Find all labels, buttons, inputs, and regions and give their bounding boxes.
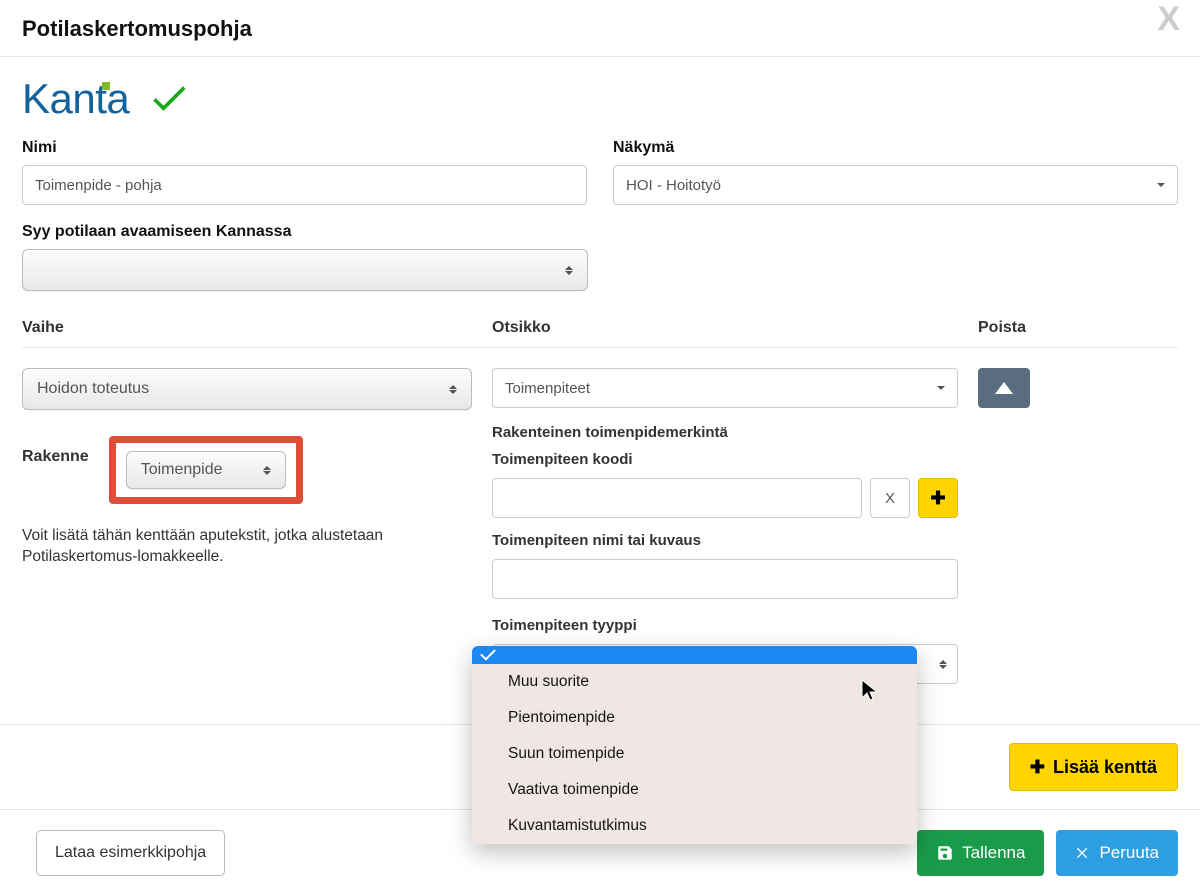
koodi-input[interactable] bbox=[492, 478, 862, 518]
rakenne-label: Rakenne bbox=[22, 436, 89, 466]
modal-body: Kanta Nimi Näkymä HOI - Hoitotyö bbox=[0, 57, 1200, 684]
nimi-kuvaus-label: Toimenpiteen nimi tai kuvaus bbox=[492, 532, 958, 549]
koodi-label: Toimenpiteen koodi bbox=[492, 451, 958, 468]
otsikko-select[interactable]: Toimenpiteet bbox=[492, 368, 958, 408]
poista-cell bbox=[978, 368, 1178, 408]
move-up-button[interactable] bbox=[978, 368, 1030, 408]
close-icon bbox=[1075, 845, 1091, 861]
rakenne-value: Toimenpide bbox=[141, 461, 223, 479]
triangle-up-icon bbox=[995, 382, 1013, 394]
nakyma-select[interactable]: HOI - Hoitotyö bbox=[613, 165, 1178, 205]
nakyma-value: HOI - Hoitotyö bbox=[626, 177, 721, 194]
dropdown-option[interactable]: Muu suorite bbox=[472, 664, 917, 700]
syy-select[interactable] bbox=[22, 249, 588, 291]
dropdown-option[interactable]: Vaativa toimenpide bbox=[472, 772, 917, 808]
highlight-box: Toimenpide bbox=[109, 436, 303, 504]
tyyppi-wrap: Muu suorite Pientoimenpide Suun toimenpi… bbox=[492, 644, 958, 684]
plus-icon: ✚ bbox=[1030, 757, 1045, 778]
top-row: Nimi Näkymä HOI - Hoitotyö bbox=[22, 139, 1178, 223]
dropdown-option[interactable]: Suun toimenpide bbox=[472, 736, 917, 772]
section-headers: Vaihe Otsikko Poista bbox=[22, 309, 1178, 348]
otsikko-value: Toimenpiteet bbox=[505, 380, 590, 397]
updown-icon bbox=[449, 385, 457, 394]
col-vaihe: Vaihe bbox=[22, 319, 472, 337]
vaihe-value: Hoidon toteutus bbox=[37, 380, 149, 398]
updown-icon bbox=[939, 660, 947, 669]
plus-icon: ✚ bbox=[930, 488, 945, 509]
updown-icon bbox=[263, 466, 271, 475]
updown-icon bbox=[565, 266, 573, 275]
close-icon[interactable]: X bbox=[1157, 2, 1180, 36]
nimi-label: Nimi bbox=[22, 139, 587, 157]
chevron-down-icon bbox=[1157, 183, 1165, 187]
modal-title: Potilaskertomuspohja bbox=[22, 16, 1178, 42]
modal-header: Potilaskertomuspohja X bbox=[0, 0, 1200, 57]
save-button[interactable]: Tallenna bbox=[917, 830, 1044, 876]
cancel-button[interactable]: Peruuta bbox=[1056, 830, 1178, 876]
dropdown-option[interactable]: Pientoimenpide bbox=[472, 700, 917, 736]
chevron-down-icon bbox=[937, 386, 945, 390]
add-koodi-button[interactable]: ✚ bbox=[918, 478, 958, 518]
vaihe-select[interactable]: Hoidon toteutus bbox=[22, 368, 472, 410]
tyyppi-dropdown: Muu suorite Pientoimenpide Suun toimenpi… bbox=[472, 646, 917, 844]
syy-label: Syy potilaan avaamiseen Kannassa bbox=[22, 223, 588, 241]
dropdown-option[interactable]: Kuvantamistutkimus bbox=[472, 808, 917, 844]
hint-text: Voit lisätä tähän kenttään aputekstit, j… bbox=[22, 526, 472, 568]
col-poista: Poista bbox=[978, 319, 1178, 337]
nakyma-label: Näkymä bbox=[613, 139, 1178, 157]
otsikko-cell: Toimenpiteet Rakenteinen toimenpidemerki… bbox=[492, 368, 958, 684]
save-icon bbox=[936, 844, 954, 862]
brand-row: Kanta bbox=[22, 75, 1178, 123]
vaihe-cell: Hoidon toteutus Rakenne Toimenpide Voit … bbox=[22, 368, 472, 568]
sub-heading: Rakenteinen toimenpidemerkintä bbox=[492, 424, 958, 441]
add-field-label: Lisää kenttä bbox=[1053, 757, 1157, 778]
rakenne-select[interactable]: Toimenpide bbox=[126, 451, 286, 489]
check-icon bbox=[147, 76, 191, 123]
clear-koodi-button[interactable]: X bbox=[870, 478, 910, 518]
dropdown-option-empty[interactable] bbox=[472, 646, 917, 664]
nimi-kuvaus-input[interactable] bbox=[492, 559, 958, 599]
modal-root: Potilaskertomuspohja X Kanta Nimi Näkymä bbox=[0, 0, 1200, 896]
tyyppi-label: Toimenpiteen tyyppi bbox=[492, 617, 958, 634]
load-example-button[interactable]: Lataa esimerkkipohja bbox=[36, 830, 225, 876]
kanta-logo: Kanta bbox=[22, 75, 129, 123]
section-body: Hoidon toteutus Rakenne Toimenpide Voit … bbox=[22, 348, 1178, 684]
nimi-input[interactable] bbox=[22, 165, 587, 205]
col-otsikko: Otsikko bbox=[492, 319, 958, 337]
add-field-button[interactable]: ✚ Lisää kenttä bbox=[1009, 743, 1178, 791]
